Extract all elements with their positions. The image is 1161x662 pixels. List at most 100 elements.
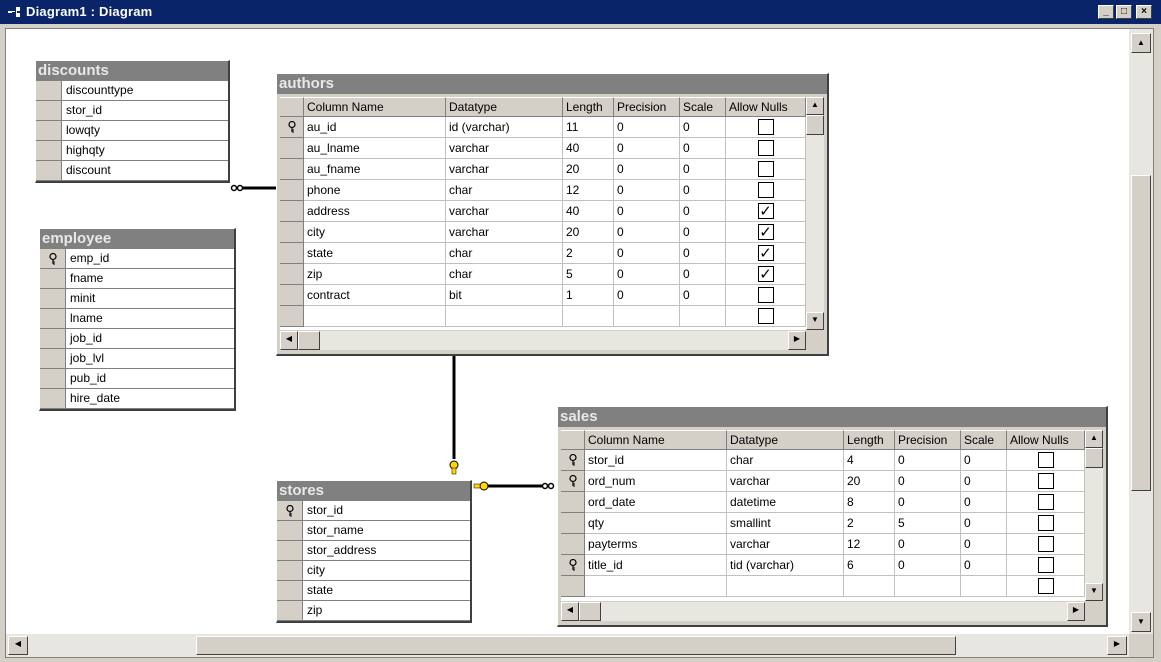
cell-precision[interactable]: 0: [614, 243, 680, 264]
cell-scale[interactable]: 0: [680, 201, 726, 222]
cell-length[interactable]: 8: [844, 492, 895, 513]
cell-name[interactable]: ord_date: [585, 492, 727, 513]
cell-type[interactable]: tid (varchar): [727, 555, 844, 576]
column-row[interactable]: job_id: [40, 329, 234, 349]
cell-name[interactable]: au_id: [304, 117, 446, 138]
cell-name[interactable]: zip: [304, 264, 446, 285]
row-selector[interactable]: [40, 309, 66, 329]
close-button[interactable]: ×: [1136, 5, 1152, 19]
scroll-thumb[interactable]: [1131, 175, 1151, 491]
allow-nulls-checkbox[interactable]: [1037, 473, 1054, 489]
cell-scale[interactable]: 0: [961, 471, 1007, 492]
cell-type[interactable]: char: [446, 180, 563, 201]
cell-scale[interactable]: 0: [961, 492, 1007, 513]
row-selector[interactable]: [277, 601, 303, 621]
scroll-down-arrow-icon[interactable]: ▼: [1085, 583, 1103, 601]
column-row[interactable]: emp_id: [40, 249, 234, 269]
scroll-down-arrow-icon[interactable]: ▼: [806, 312, 824, 330]
row-selector[interactable]: [40, 349, 66, 369]
grid-row[interactable]: city varchar 20 0 0 ✓: [280, 222, 806, 243]
column-header[interactable]: Scale: [961, 430, 1007, 450]
column-row[interactable]: discounttype: [36, 81, 228, 101]
cell-precision[interactable]: 5: [895, 513, 961, 534]
row-selector[interactable]: [36, 81, 62, 101]
grid-row[interactable]: au_fname varchar 20 0 0: [280, 159, 806, 180]
cell-scale[interactable]: [961, 576, 1007, 597]
grid-row[interactable]: zip char 5 0 0 ✓: [280, 264, 806, 285]
allow-nulls-checkbox[interactable]: ✓: [757, 203, 774, 219]
row-selector[interactable]: [36, 101, 62, 121]
cell-length[interactable]: 6: [844, 555, 895, 576]
cell-name[interactable]: payterms: [585, 534, 727, 555]
allow-nulls-checkbox[interactable]: ✓: [757, 224, 774, 240]
cell-length[interactable]: 12: [563, 180, 614, 201]
row-selector[interactable]: [561, 513, 585, 534]
row-selector[interactable]: [561, 576, 585, 597]
allow-nulls-checkbox[interactable]: [1037, 536, 1054, 552]
cell-length[interactable]: [563, 306, 614, 327]
grid-row[interactable]: title_id tid (varchar) 6 0 0: [561, 555, 1085, 576]
maximize-button[interactable]: □: [1116, 5, 1132, 19]
diagram-vertical-scrollbar[interactable]: ▲ ▼: [1129, 29, 1153, 634]
row-selector[interactable]: [40, 269, 66, 289]
cell-scale[interactable]: 0: [680, 117, 726, 138]
cell-type[interactable]: char: [727, 450, 844, 471]
cell-scale[interactable]: 0: [680, 222, 726, 243]
column-header[interactable]: Allow Nulls: [1007, 430, 1085, 450]
cell-name[interactable]: [585, 576, 727, 597]
row-selector[interactable]: [40, 249, 66, 269]
column-row[interactable]: minit: [40, 289, 234, 309]
cell-scale[interactable]: 0: [680, 138, 726, 159]
column-row[interactable]: fname: [40, 269, 234, 289]
cell-precision[interactable]: [614, 306, 680, 327]
row-selector[interactable]: [277, 521, 303, 541]
scroll-thumb[interactable]: [298, 331, 320, 350]
cell-precision[interactable]: 0: [895, 450, 961, 471]
row-selector[interactable]: [280, 117, 304, 138]
row-selector[interactable]: [40, 329, 66, 349]
grid-row[interactable]: state char 2 0 0 ✓: [280, 243, 806, 264]
cell-type[interactable]: varchar: [446, 138, 563, 159]
scroll-left-arrow-icon[interactable]: ◀: [561, 602, 579, 621]
cell-scale[interactable]: 0: [961, 450, 1007, 471]
allow-nulls-checkbox[interactable]: [1037, 452, 1054, 468]
scroll-left-arrow-icon[interactable]: ◀: [8, 636, 28, 655]
cell-name[interactable]: au_lname: [304, 138, 446, 159]
cell-length[interactable]: 2: [844, 513, 895, 534]
row-selector[interactable]: [36, 121, 62, 141]
allow-nulls-checkbox[interactable]: [757, 308, 774, 324]
column-row[interactable]: stor_name: [277, 521, 470, 541]
row-selector[interactable]: [561, 555, 585, 576]
authors-vertical-scrollbar[interactable]: ▲ ▼: [806, 97, 824, 330]
allow-nulls-checkbox[interactable]: [1037, 578, 1054, 594]
cell-name[interactable]: city: [304, 222, 446, 243]
table-employee[interactable]: employee emp_id fname minit lname job_id job_…: [39, 228, 236, 411]
cell-name[interactable]: stor_id: [585, 450, 727, 471]
window-titlebar[interactable]: Diagram1 : Diagram _ □ ×: [0, 0, 1161, 24]
row-selector[interactable]: [280, 285, 304, 306]
cell-length[interactable]: 12: [844, 534, 895, 555]
row-selector[interactable]: [277, 581, 303, 601]
column-header[interactable]: Scale: [680, 97, 726, 117]
column-row[interactable]: stor_address: [277, 541, 470, 561]
allow-nulls-checkbox[interactable]: [757, 182, 774, 198]
column-row[interactable]: stor_id: [36, 101, 228, 121]
scroll-up-arrow-icon[interactable]: ▲: [806, 97, 824, 115]
cell-length[interactable]: 40: [563, 201, 614, 222]
cell-length[interactable]: [844, 576, 895, 597]
grid-row[interactable]: phone char 12 0 0: [280, 180, 806, 201]
sales-column-grid[interactable]: Column Name Datatype Length Precision Scale A…: [561, 430, 1085, 601]
table-sales[interactable]: sales Column Name Datatype Length Precision…: [557, 406, 1108, 627]
grid-row[interactable]: [561, 576, 1085, 597]
cell-scale[interactable]: 0: [680, 180, 726, 201]
cell-type[interactable]: smallint: [727, 513, 844, 534]
cell-type[interactable]: datetime: [727, 492, 844, 513]
cell-length[interactable]: 2: [563, 243, 614, 264]
scroll-left-arrow-icon[interactable]: ◀: [280, 331, 298, 350]
cell-length[interactable]: 11: [563, 117, 614, 138]
grid-row[interactable]: [280, 306, 806, 327]
cell-scale[interactable]: [680, 306, 726, 327]
column-row[interactable]: stor_id: [277, 501, 470, 521]
diagram-canvas[interactable]: discounts discounttype stor_id lowqty highq…: [6, 29, 1129, 634]
cell-name[interactable]: state: [304, 243, 446, 264]
